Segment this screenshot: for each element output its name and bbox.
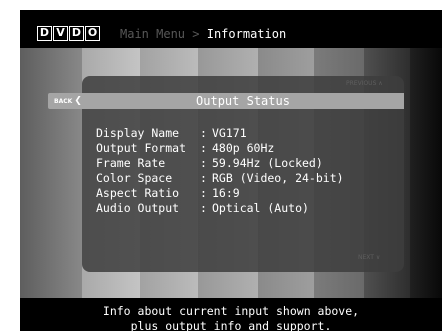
info-separator: :	[200, 126, 207, 140]
dvdo-logo: D V D O	[37, 26, 100, 41]
info-label: Output Format	[96, 141, 187, 155]
info-label: Frame Rate	[96, 156, 166, 170]
output-status-panel: PREVIOUS ∧ Output Status Display Name: VG…	[82, 76, 404, 272]
panel-title: Output Status	[196, 94, 290, 108]
breadcrumb-main-menu[interactable]: Main Menu	[120, 27, 185, 41]
info-label: Audio Output	[96, 201, 180, 215]
logo-letter: D	[37, 26, 52, 41]
back-button[interactable]: BACK ❮	[48, 93, 102, 109]
breadcrumb-separator: >	[192, 27, 200, 41]
output-info-list: Display Name: VG171 Output Format:480p 60…	[96, 126, 344, 216]
info-value: 59.94Hz (Locked)	[212, 156, 323, 170]
info-label: Display Name	[96, 126, 180, 140]
info-separator: :	[200, 171, 207, 185]
info-value: 16:9	[212, 186, 240, 200]
back-label: BACK	[54, 98, 73, 105]
info-separator: :	[200, 201, 207, 215]
help-text: Info about current input shown above, pl…	[20, 298, 442, 331]
logo-letter: O	[85, 26, 100, 41]
info-row-aspect-ratio: Aspect Ratio:16:9	[96, 186, 344, 201]
info-value: RGB (Video, 24-bit)	[212, 171, 344, 185]
help-text-line: Info about current input shown above,	[102, 304, 360, 318]
panel-title-bar: Output Status	[82, 93, 404, 109]
info-row-display-name: Display Name: VG171	[96, 126, 344, 141]
info-value: 480p 60Hz	[212, 141, 275, 155]
info-label: Aspect Ratio	[96, 186, 180, 200]
next-button[interactable]: NEXT ∨	[358, 254, 380, 261]
video-screen: D V D O Main Menu > Information PREVIOUS…	[20, 10, 442, 331]
info-row-frame-rate: Frame Rate:59.94Hz (Locked)	[96, 156, 344, 171]
info-row-audio-output: Audio Output: Optical (Auto)	[96, 201, 344, 216]
chevron-left-icon: ❮	[74, 96, 82, 106]
info-separator: :	[200, 141, 207, 155]
info-row-color-space: Color Space: RGB (Video, 24-bit)	[96, 171, 344, 186]
info-separator: :	[200, 156, 207, 170]
pattern-bar	[410, 48, 442, 298]
logo-letter: V	[53, 26, 68, 41]
previous-button[interactable]: PREVIOUS ∧	[346, 80, 383, 87]
info-row-output-format: Output Format:480p 60Hz	[96, 141, 344, 156]
pattern-bar	[20, 48, 82, 298]
info-label: Color Space	[96, 171, 173, 185]
menu-header: D V D O Main Menu > Information	[20, 10, 442, 48]
breadcrumb-current: Information	[206, 27, 287, 41]
breadcrumb: Main Menu > Information	[120, 27, 286, 41]
info-value: Optical (Auto)	[212, 201, 309, 215]
help-text-line: plus output info and support.	[130, 319, 332, 331]
logo-letter: D	[69, 26, 84, 41]
info-separator: :	[200, 186, 207, 200]
info-value: VG171	[212, 126, 247, 140]
